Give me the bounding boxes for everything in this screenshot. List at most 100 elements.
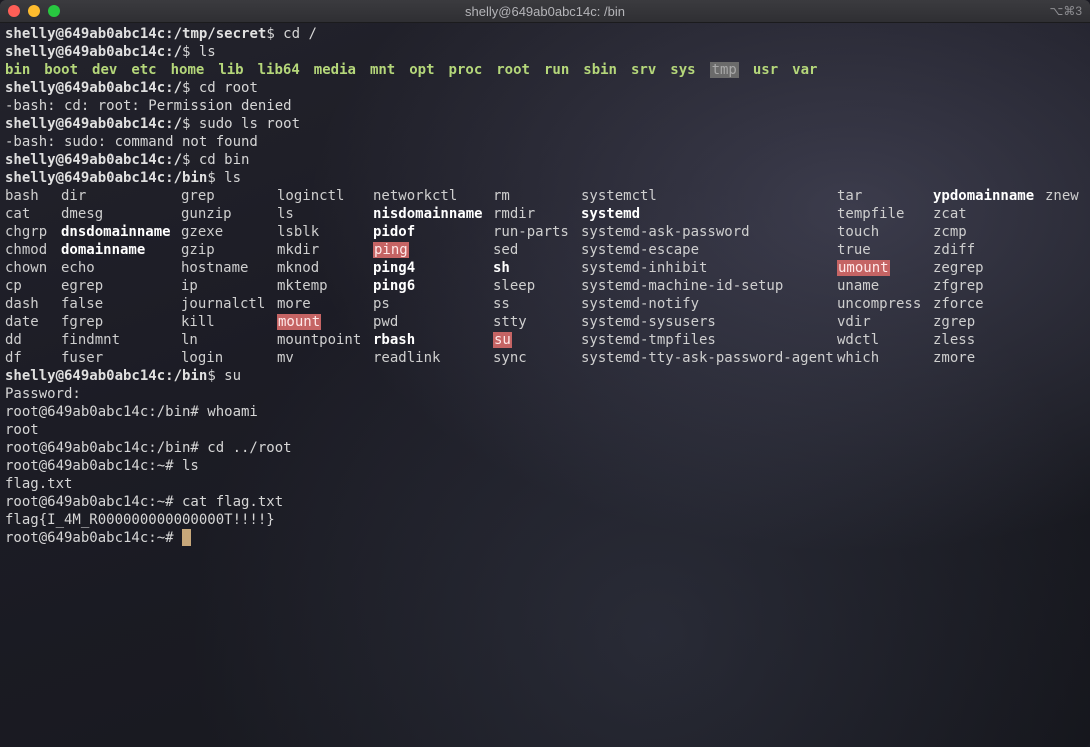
file-entry: dir [61, 187, 171, 205]
file-entry: ping6 [373, 277, 483, 295]
terminal-line: shelly@649ab0abc14c:/bin$ su [5, 367, 1085, 385]
file-entry: gzip [181, 241, 265, 259]
file-entry: umount [837, 259, 921, 277]
terminal-line: root@649ab0abc14c:~# [5, 529, 1085, 547]
file-entry: mount [277, 313, 361, 331]
file-name: gzip [181, 242, 215, 258]
directory-entry: bin [5, 62, 31, 78]
file-name: systemd-ask-password [581, 224, 750, 240]
file-entry: zcmp [933, 223, 1034, 241]
file-entry: nisdomainname [373, 205, 483, 223]
file-name: true [837, 242, 871, 258]
file-name: date [5, 314, 39, 330]
file-name: pwd [373, 314, 399, 330]
directory-entry: srv [630, 62, 657, 78]
file-name: zfgrep [933, 278, 984, 294]
file-entry: true [837, 241, 921, 259]
file-entry: hostname [181, 259, 265, 277]
file-entry: rbash [373, 331, 483, 349]
file-name: grep [181, 188, 215, 204]
file-name: fgrep [61, 314, 104, 330]
file-name: ip [181, 278, 198, 294]
file-name: zforce [933, 296, 984, 312]
ls-column: rm rmdir run-parts sed sh sleep ss stty su sync [493, 187, 569, 367]
command-text: $ su [207, 368, 242, 384]
directory-entry: run [543, 62, 570, 78]
file-name: systemctl [581, 188, 657, 204]
directory-entry: sys [670, 62, 696, 78]
file-entry: cp [5, 277, 47, 295]
file-entry: zmore [933, 349, 1034, 367]
file-entry: rm [493, 187, 569, 205]
terminal-line: root@649ab0abc14c:/bin# cd ../root [5, 440, 292, 456]
file-entry: systemd-tty-ask-password-agent [581, 349, 834, 367]
file-entry: stty [493, 313, 569, 331]
directory-entry: var [792, 62, 818, 78]
cursor-block [182, 529, 192, 546]
file-entry: findmnt [61, 331, 171, 349]
terminal-line: -bash: cd: root: Permission denied [5, 98, 292, 114]
ls-column: tar tempfile touch true umount uname uncompres… [837, 187, 921, 367]
file-entry: fuser [61, 349, 171, 367]
ls-column: grep gunzip gzexe gzip hostname ip journalctl k… [181, 187, 265, 367]
file-name: dd [5, 332, 22, 348]
prompt-user: shelly@649ab0abc14c [5, 116, 166, 132]
file-entry: mountpoint [277, 331, 361, 349]
file-name: rm [493, 188, 510, 204]
file-name: chgrp [5, 224, 48, 240]
file-name: zcmp [933, 224, 967, 240]
file-entry: sync [493, 349, 569, 367]
file-name: more [277, 296, 311, 312]
title-bar[interactable]: shelly@649ab0abc14c: /bin ⌥⌘3 [0, 0, 1090, 23]
file-entry: systemd-inhibit [581, 259, 834, 277]
file-name: readlink [373, 350, 441, 366]
file-name: systemd-inhibit [581, 260, 708, 276]
directory-entry: tmp [709, 62, 739, 78]
file-name: mkdir [277, 242, 320, 258]
file-name: uncompress [837, 296, 922, 312]
file-entry: readlink [373, 349, 483, 367]
directory-entry: boot [44, 62, 79, 78]
file-name: systemd-sysusers [581, 314, 716, 330]
terminal-line: shelly@649ab0abc14c:/$ sudo ls root [5, 115, 1085, 133]
terminal-line: root@649ab0abc14c:~# ls [5, 458, 199, 474]
file-entry: systemd-machine-id-setup [581, 277, 834, 295]
terminal-line: shelly@649ab0abc14c:/tmp/secret$ cd / [5, 25, 1085, 43]
file-name: pidof [373, 224, 416, 240]
close-button[interactable] [8, 5, 20, 17]
ls-column: loginctl ls lsblk mkdir mknod mktemp more mount… [277, 187, 361, 367]
file-entry: ss [493, 295, 569, 313]
file-entry: sleep [493, 277, 569, 295]
file-name: lsblk [277, 224, 320, 240]
file-entry: which [837, 349, 921, 367]
file-name: systemd-tmpfiles [581, 332, 716, 348]
file-name: sed [493, 242, 519, 258]
ls-root-output: bin boot dev etc home lib lib64 media mnt opt proc… [5, 61, 1085, 79]
command-text: $ ls [182, 44, 216, 60]
file-name: login [181, 350, 224, 366]
terminal-output[interactable]: shelly@649ab0abc14c:/tmp/secret$ cd / she… [5, 25, 1085, 747]
prompt-user: shelly@649ab0abc14c [5, 170, 166, 186]
file-name: df [5, 350, 22, 366]
file-name: stty [493, 314, 527, 330]
prompt-user: shelly@649ab0abc14c [5, 152, 166, 168]
file-entry: gzexe [181, 223, 265, 241]
file-name: ls [277, 206, 294, 222]
file-name: znew [1045, 188, 1079, 204]
file-entry: systemd-ask-password [581, 223, 834, 241]
file-name: zgrep [933, 314, 976, 330]
zoom-button[interactable] [48, 5, 60, 17]
prompt-user: shelly@649ab0abc14c [5, 26, 166, 42]
prompt-user: shelly@649ab0abc14c [5, 80, 166, 96]
file-entry: login [181, 349, 265, 367]
terminal-line: shelly@649ab0abc14c:/$ ls [5, 43, 1085, 61]
file-name: su [493, 332, 512, 348]
command-text: $ cd root [182, 80, 258, 96]
file-entry: zless [933, 331, 1034, 349]
file-entry: ypdomainname [933, 187, 1034, 205]
ls-bin-output: bash cat chgrp chmod chown cp dash date dd df dir d… [5, 187, 1085, 367]
minimize-button[interactable] [28, 5, 40, 17]
directory-entry: usr [752, 62, 779, 78]
file-entry: uncompress [837, 295, 921, 313]
file-name: ping4 [373, 260, 416, 276]
